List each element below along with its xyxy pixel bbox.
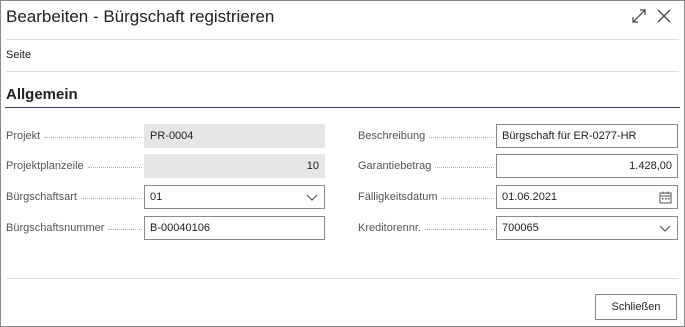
projektplanzeile-field: 10	[144, 154, 325, 178]
section-title-allgemein: Allgemein	[6, 86, 78, 103]
chevron-down-icon[interactable]	[305, 190, 319, 204]
section-divider	[5, 107, 680, 108]
buergschaftsnummer-input[interactable]: B-00040106	[144, 216, 325, 240]
expand-icon[interactable]	[630, 7, 648, 25]
dialog-title: Bearbeiten - Bürgschaft registrieren	[6, 7, 275, 26]
title-bar: Bearbeiten - Bürgschaft registrieren	[1, 1, 684, 33]
field-label-faelligkeitsdatum: Fälligkeitsdatum	[358, 185, 494, 209]
field-label-beschreibung: Beschreibung	[358, 124, 494, 148]
dialog-window: Bearbeiten - Bürgschaft registrieren Sei…	[0, 0, 685, 327]
kreditorennr-dropdown[interactable]: 700065	[496, 216, 678, 240]
field-label-garantiebetrag: Garantiebetrag	[358, 154, 494, 178]
divider	[6, 278, 679, 279]
calendar-icon[interactable]	[658, 190, 672, 204]
faelligkeitsdatum-input[interactable]: 01.06.2021	[496, 185, 678, 209]
beschreibung-input[interactable]: Bürgschaft für ER-0277-HR	[496, 124, 678, 148]
field-label-buergschaftsart: Bürgschaftsart	[6, 185, 142, 209]
divider	[6, 39, 679, 40]
field-label-projektplanzeile: Projektplanzeile	[6, 154, 142, 178]
field-label-projekt: Projekt	[6, 124, 142, 148]
divider	[6, 71, 679, 72]
page-menu-button[interactable]: Seite	[6, 49, 31, 61]
close-button[interactable]: Schließen	[595, 294, 677, 320]
projekt-field: PR-0004	[144, 124, 325, 148]
close-icon[interactable]	[655, 7, 673, 25]
garantiebetrag-input[interactable]: 1.428,00	[496, 154, 678, 178]
field-label-buergschaftsnummer: Bürgschaftsnummer	[6, 216, 142, 240]
buergschaftsart-dropdown[interactable]: 01	[144, 185, 325, 209]
chevron-down-icon[interactable]	[658, 221, 672, 235]
field-label-kreditorennr: Kreditorennr.	[358, 216, 494, 240]
